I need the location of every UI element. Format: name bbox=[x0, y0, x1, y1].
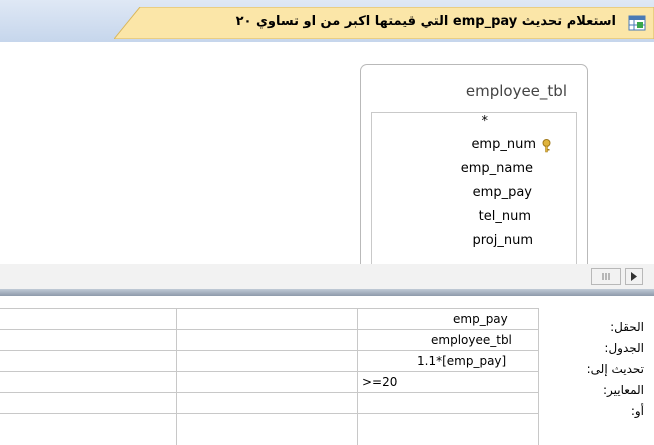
grid-column-divider bbox=[176, 308, 177, 445]
grid-column-divider bbox=[538, 308, 539, 445]
row-label-update-to: تحديث إلى: bbox=[586, 362, 644, 376]
triangle-right-icon bbox=[631, 272, 637, 281]
field-item-emp-pay[interactable]: emp_pay bbox=[473, 185, 532, 200]
design-grid: emp_pay employee_tbl 1.1*[emp_pay] >=20 bbox=[0, 308, 538, 414]
table-cell[interactable]: employee_tbl bbox=[431, 330, 512, 350]
grid-row-or bbox=[0, 393, 538, 414]
document-tab-bar: استعلام تحديث emp_pay التي قيمتها اكبر م… bbox=[0, 0, 654, 42]
horizontal-scrollbar[interactable] bbox=[0, 264, 654, 289]
update-query-icon bbox=[628, 15, 646, 31]
design-grid-pane: emp_pay employee_tbl 1.1*[emp_pay] >=20 … bbox=[0, 296, 654, 445]
field-item-proj-num[interactable]: proj_num bbox=[472, 233, 533, 248]
field-list[interactable]: * emp_num emp_name emp_pay tel_num proj_… bbox=[371, 112, 577, 278]
query-tab[interactable]: استعلام تحديث emp_pay التي قيمتها اكبر م… bbox=[114, 7, 654, 39]
scroll-right-button[interactable] bbox=[625, 268, 643, 285]
field-item-tel-num[interactable]: tel_num bbox=[479, 209, 531, 224]
row-label-field: الحقل: bbox=[610, 320, 644, 334]
field-label: emp_num bbox=[471, 137, 536, 152]
field-item-emp-name[interactable]: emp_name bbox=[461, 161, 533, 176]
primary-key-icon bbox=[541, 139, 552, 153]
table-field-list-window[interactable]: employee_tbl * emp_num emp_name emp_pay … bbox=[360, 64, 588, 278]
tab-title: استعلام تحديث emp_pay التي قيمتها اكبر م… bbox=[235, 14, 616, 29]
grid-row-criteria: >=20 bbox=[0, 372, 538, 393]
field-item-emp-num[interactable]: emp_num bbox=[471, 137, 551, 153]
scroll-thumb[interactable] bbox=[591, 268, 621, 285]
table-name: employee_tbl bbox=[465, 82, 567, 100]
field-item-all[interactable]: * bbox=[482, 114, 489, 129]
field-cell[interactable]: emp_pay bbox=[453, 309, 508, 329]
grid-row-field: emp_pay bbox=[0, 309, 538, 330]
pane-splitter[interactable] bbox=[0, 289, 654, 296]
grip-icon bbox=[602, 273, 610, 280]
row-label-table: الجدول: bbox=[604, 341, 644, 355]
row-label-or: أو: bbox=[630, 404, 644, 418]
row-label-criteria: المعايير: bbox=[603, 383, 644, 397]
grid-row-update-to: 1.1*[emp_pay] bbox=[0, 351, 538, 372]
query-design-pane: employee_tbl * emp_num emp_name emp_pay … bbox=[0, 42, 654, 278]
grid-row-table: employee_tbl bbox=[0, 330, 538, 351]
grid-column-divider bbox=[357, 308, 358, 445]
update-to-cell[interactable]: 1.1*[emp_pay] bbox=[417, 351, 506, 371]
criteria-cell[interactable]: >=20 bbox=[362, 372, 397, 392]
